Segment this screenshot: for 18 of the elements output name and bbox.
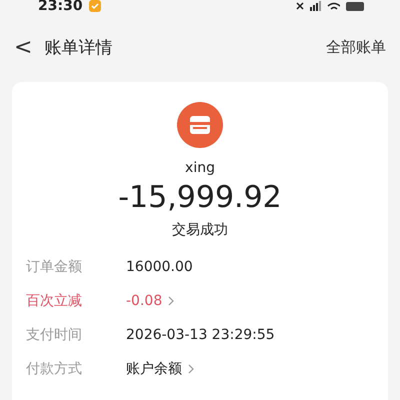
- signal-icon: [310, 1, 321, 11]
- transaction-status: 交易成功: [172, 221, 228, 239]
- detail-value[interactable]: 账户余额: [126, 360, 182, 378]
- detail-label: 付款方式: [26, 360, 83, 378]
- detail-label: 支付时间: [26, 326, 83, 344]
- detail-label: 百次立减: [26, 292, 83, 310]
- detail-value: 16000.00: [126, 259, 193, 275]
- merchant-name: xing: [185, 160, 215, 176]
- all-bills-link[interactable]: 全部账单: [326, 38, 386, 56]
- back-button[interactable]: <: [8, 34, 38, 60]
- detail-value[interactable]: -0.08: [126, 293, 162, 309]
- detail-label: 订单金额: [26, 258, 83, 276]
- wifi-icon: [327, 2, 340, 10]
- amount: -15,999.92: [118, 180, 282, 215]
- battery-icon: [346, 2, 364, 10]
- detail-value: 2026-03-13 23:29:55: [126, 327, 275, 343]
- store-icon: [177, 102, 223, 148]
- page-title: 账单详情: [44, 36, 112, 58]
